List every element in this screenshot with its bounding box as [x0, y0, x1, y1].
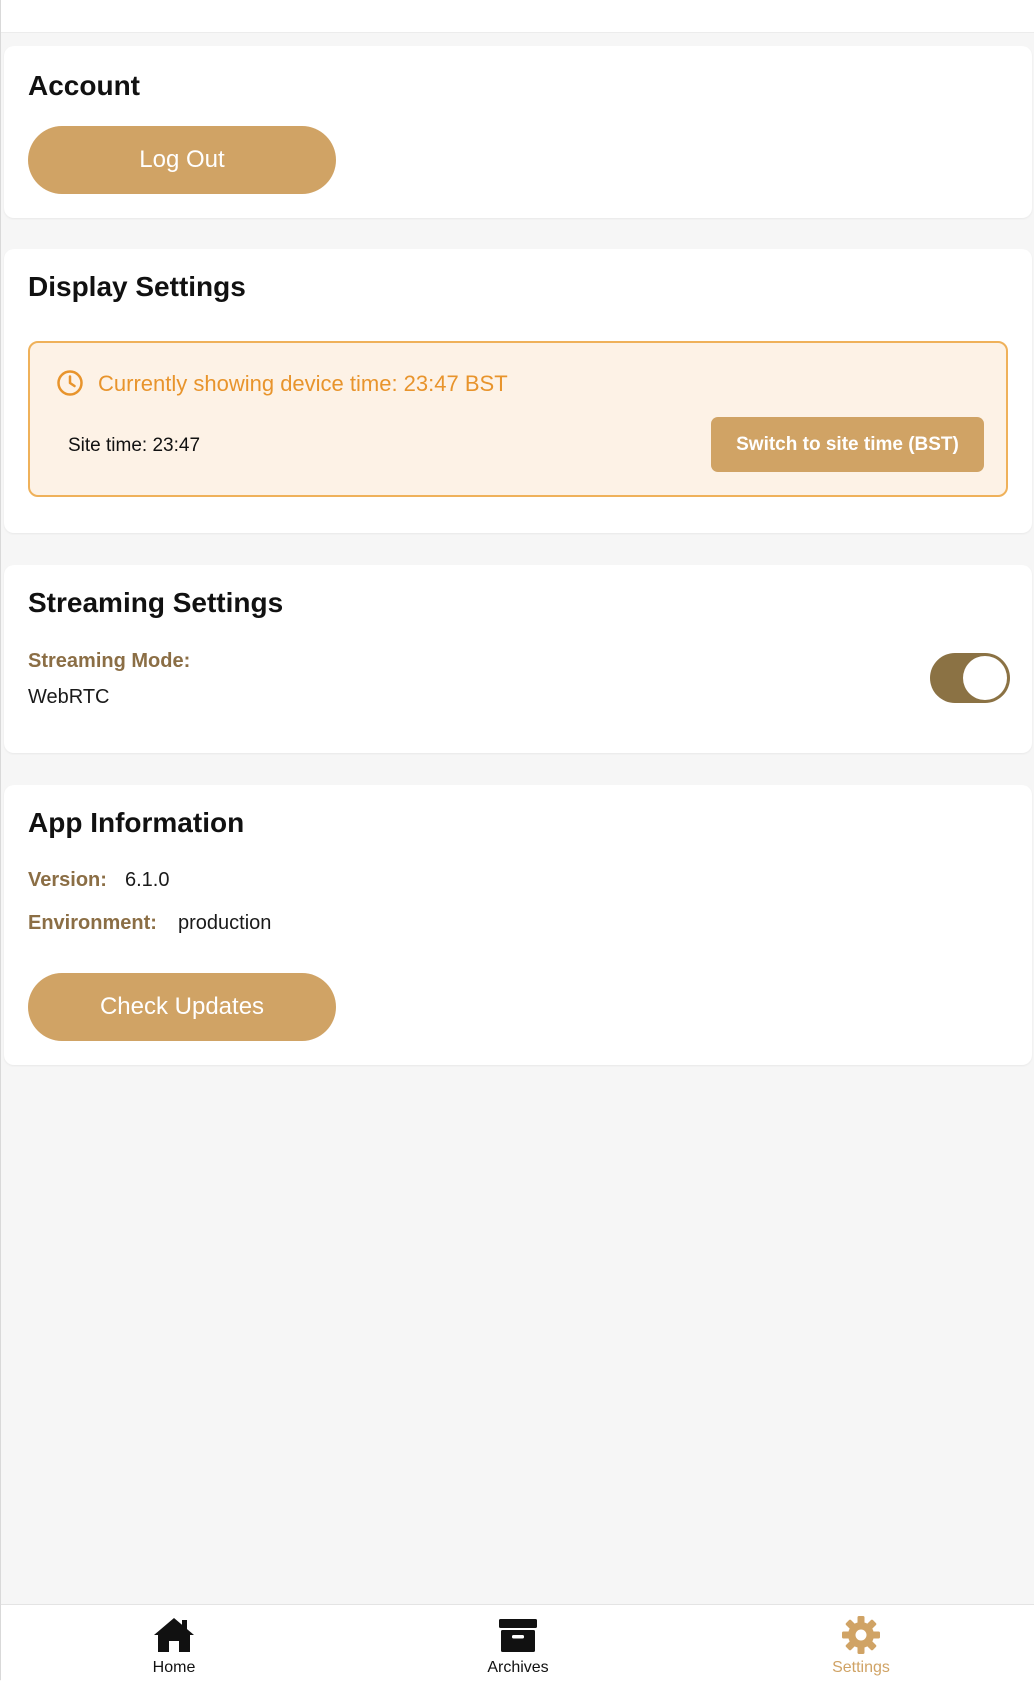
archive-box-icon — [499, 1619, 537, 1652]
environment-value: production — [178, 912, 272, 934]
timezone-notice: Currently showing device time: 23:47 BST… — [28, 341, 1008, 497]
app-information-title: App Information — [28, 807, 245, 838]
check-updates-button[interactable]: Check Updates — [28, 973, 336, 1041]
bottom-tab-bar: Home Archives Settings — [1, 1604, 1034, 1681]
version-value: 6.1.0 — [125, 869, 170, 891]
display-settings-title: Display Settings — [28, 271, 246, 302]
streaming-settings-card: Streaming Settings Streaming Mode: WebRT… — [4, 565, 1032, 753]
tab-archives[interactable]: Archives — [418, 1605, 618, 1681]
toggle-knob — [963, 656, 1007, 700]
top-header-strip — [1, 0, 1034, 33]
tab-archives-label: Archives — [487, 1659, 549, 1676]
tab-home[interactable]: Home — [74, 1605, 274, 1681]
tab-settings-label: Settings — [832, 1659, 890, 1676]
streaming-settings-title: Streaming Settings — [28, 587, 284, 618]
account-card: Account Log Out — [4, 46, 1032, 218]
streaming-mode-label: Streaming Mode: — [28, 650, 191, 672]
environment-label: Environment: — [28, 912, 157, 934]
version-label: Version: — [28, 869, 107, 891]
site-time-text: Site time: 23:47 — [68, 435, 201, 456]
tab-settings[interactable]: Settings — [761, 1605, 961, 1681]
log-out-button[interactable]: Log Out — [28, 126, 336, 194]
switch-to-site-time-button[interactable]: Switch to site time (BST) — [711, 417, 984, 472]
device-time-notice-text: Currently showing device time: 23:47 BST — [98, 371, 508, 396]
account-title: Account — [28, 70, 140, 101]
streaming-mode-value: WebRTC — [28, 686, 110, 708]
display-settings-card: Display Settings Currently showing devic… — [4, 249, 1032, 533]
settings-screen: Account Log Out Display Settings Current… — [0, 0, 1034, 1681]
app-information-card: App Information Version: 6.1.0 Environme… — [4, 785, 1032, 1065]
streaming-mode-toggle[interactable] — [930, 653, 1010, 703]
gear-icon — [842, 1616, 880, 1654]
tab-home-label: Home — [152, 1659, 196, 1676]
clock-icon — [57, 370, 83, 396]
home-icon — [154, 1618, 194, 1652]
